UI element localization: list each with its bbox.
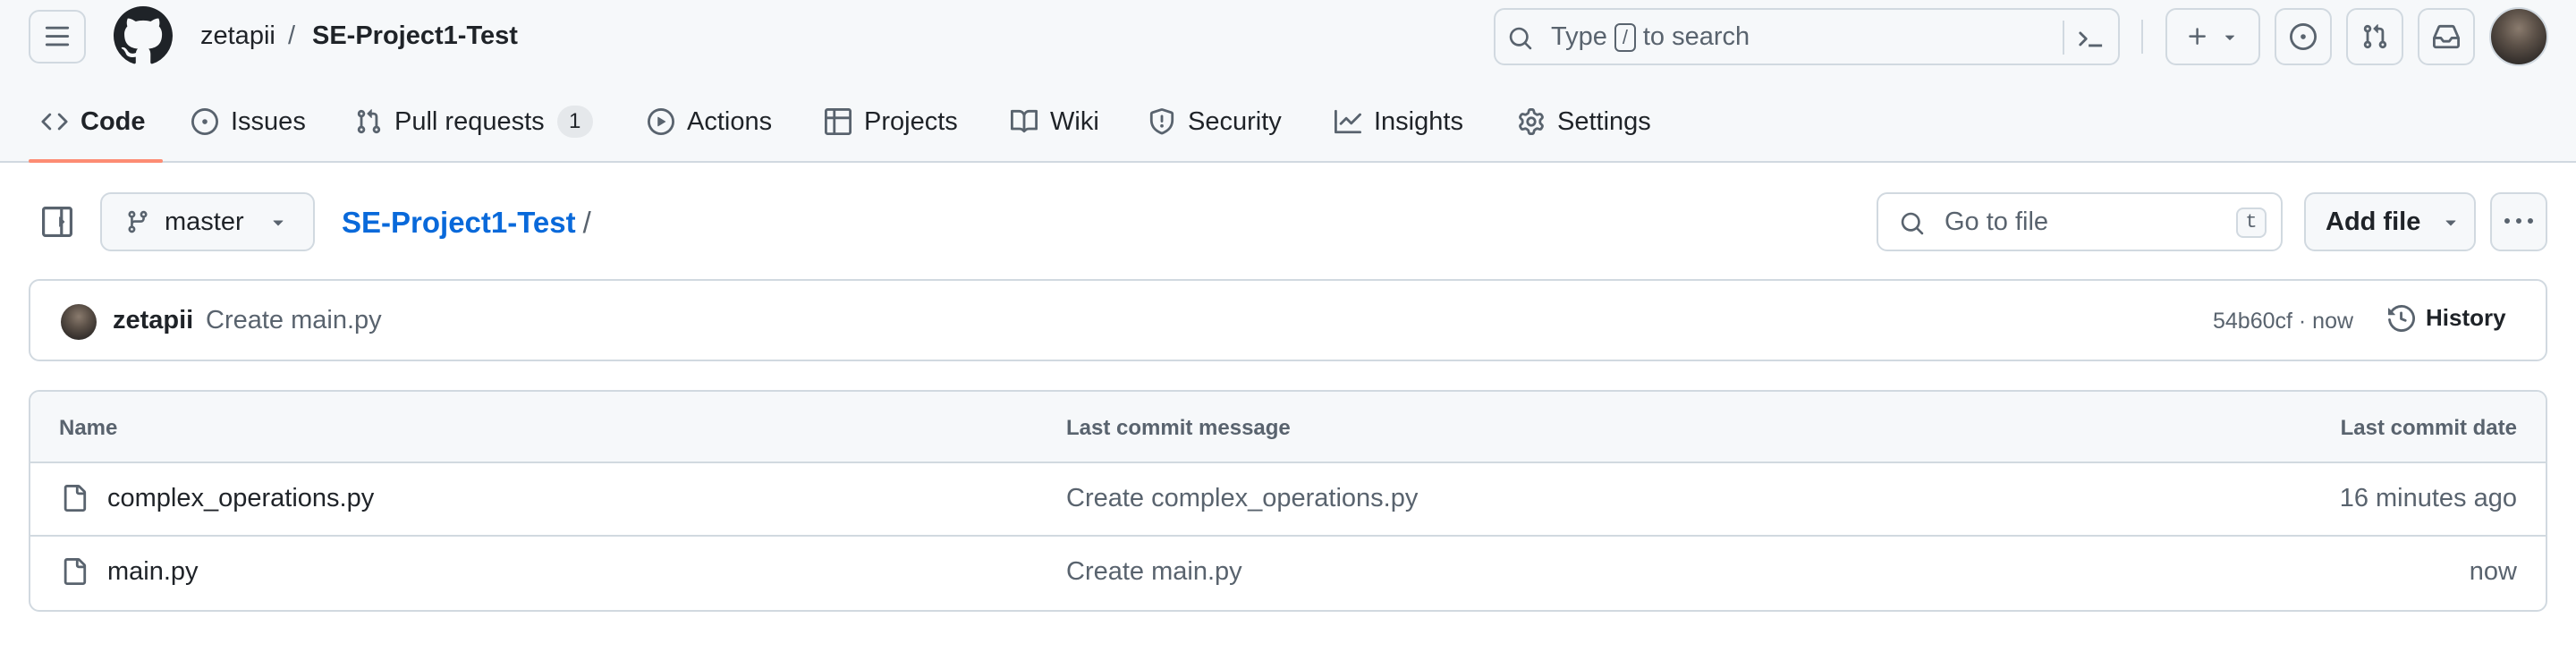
tab-code-label: Code bbox=[80, 106, 146, 136]
commit-message-link[interactable]: Create main.py bbox=[206, 306, 382, 335]
tab-code[interactable]: Code bbox=[41, 102, 146, 141]
command-palette-icon[interactable] bbox=[2077, 24, 2104, 51]
tab-wiki[interactable]: Wiki bbox=[1011, 102, 1099, 141]
git-pull-request-icon bbox=[2363, 24, 2387, 49]
search-placeholder-prefix: Type bbox=[1551, 22, 1607, 51]
search-shortcut-key: / bbox=[1614, 22, 1636, 52]
issue-opened-icon bbox=[2290, 23, 2317, 50]
column-header-date: Last commit date bbox=[2340, 416, 2517, 440]
inbox-icon bbox=[2433, 24, 2460, 49]
menu-button[interactable] bbox=[29, 10, 86, 64]
active-tab-indicator bbox=[29, 159, 163, 163]
github-logo-icon[interactable] bbox=[114, 6, 173, 65]
tab-security[interactable]: Security bbox=[1148, 102, 1282, 141]
more-options-button[interactable] bbox=[2490, 192, 2547, 251]
file-commit-message-link[interactable]: Create main.py bbox=[1066, 557, 1242, 587]
pull-requests-counter: 1 bbox=[556, 106, 593, 138]
triangle-down-icon bbox=[2445, 220, 2456, 226]
issue-opened-icon bbox=[191, 108, 218, 135]
create-new-button[interactable] bbox=[2165, 8, 2260, 65]
tab-wiki-label: Wiki bbox=[1050, 106, 1099, 136]
git-branch-icon bbox=[128, 210, 148, 233]
plus-icon bbox=[2189, 28, 2206, 45]
branch-name: master bbox=[165, 207, 244, 236]
table-row[interactable]: complex_operations.py Create complex_ope… bbox=[30, 463, 2546, 537]
code-icon bbox=[41, 113, 68, 131]
tab-insights-label: Insights bbox=[1374, 106, 1463, 136]
file-commit-date: 16 minutes ago bbox=[2339, 484, 2517, 512]
tab-settings[interactable]: Settings bbox=[1518, 102, 1651, 141]
tab-issues-label: Issues bbox=[231, 106, 306, 136]
search-divider bbox=[2063, 21, 2064, 55]
file-table: Name Last commit message Last commit dat… bbox=[29, 390, 2547, 612]
expand-file-tree-button[interactable] bbox=[30, 204, 84, 240]
tab-settings-label: Settings bbox=[1557, 106, 1651, 136]
tab-actions[interactable]: Actions bbox=[648, 102, 772, 141]
repo-name-link[interactable]: SE-Project1-Test bbox=[312, 20, 518, 52]
owner-link[interactable]: zetapii bbox=[200, 20, 275, 52]
table-row[interactable]: main.py Create main.py now bbox=[30, 537, 2546, 610]
tab-security-label: Security bbox=[1188, 106, 1282, 136]
go-to-file-placeholder: Go to file bbox=[1945, 207, 2049, 236]
tab-projects[interactable]: Projects bbox=[825, 102, 958, 141]
hamburger-icon bbox=[45, 26, 70, 47]
table-icon bbox=[825, 108, 852, 135]
file-name-link[interactable]: complex_operations.py bbox=[107, 484, 374, 513]
shield-icon bbox=[1149, 108, 1174, 135]
gear-icon bbox=[1519, 108, 1544, 135]
triangle-down-icon bbox=[273, 220, 284, 226]
history-icon bbox=[2388, 304, 2415, 332]
table-header: Name Last commit message Last commit dat… bbox=[30, 392, 2546, 463]
search-icon bbox=[1900, 211, 1925, 236]
file-icon bbox=[61, 558, 88, 585]
sidebar-expand-icon bbox=[42, 207, 72, 237]
book-icon bbox=[1011, 109, 1038, 133]
tab-pull-requests-label: Pull requests bbox=[394, 106, 545, 136]
search-placeholder-suffix: to search bbox=[1642, 22, 1750, 51]
app-header: zetapii / SE-Project1-Test Type / to sea… bbox=[0, 0, 2576, 163]
file-commit-message-link[interactable]: Create complex_operations.py bbox=[1066, 484, 1418, 513]
play-icon bbox=[648, 108, 674, 135]
search-placeholder: Type / to search bbox=[1551, 22, 1750, 52]
add-file-button[interactable]: Add file bbox=[2304, 192, 2476, 251]
history-label: History bbox=[2426, 304, 2506, 331]
commit-author-link[interactable]: zetapii bbox=[113, 306, 193, 335]
go-to-file-input[interactable]: Go to file t bbox=[1877, 192, 2283, 251]
file-commit-date: now bbox=[2469, 557, 2517, 586]
branch-selector-button[interactable]: master bbox=[100, 192, 315, 251]
git-pull-request-icon bbox=[357, 109, 381, 134]
add-file-label: Add file bbox=[2326, 207, 2421, 236]
tab-issues[interactable]: Issues bbox=[191, 102, 306, 141]
tab-actions-label: Actions bbox=[687, 106, 773, 136]
user-avatar[interactable] bbox=[2489, 7, 2548, 66]
search-icon bbox=[1508, 26, 1533, 51]
commit-author-avatar[interactable] bbox=[61, 304, 97, 340]
column-header-name: Name bbox=[59, 416, 118, 440]
file-icon bbox=[61, 485, 88, 512]
triangle-down-icon bbox=[2224, 35, 2235, 40]
tab-insights[interactable]: Insights bbox=[1335, 102, 1463, 141]
breadcrumb-separator: / bbox=[288, 21, 296, 50]
path-separator: / bbox=[582, 206, 591, 239]
go-to-file-shortcut: t bbox=[2236, 207, 2267, 238]
file-name-link[interactable]: main.py bbox=[107, 557, 199, 587]
repo-navigation: Code Issues Pull requests 1 Actions Proj… bbox=[0, 89, 2576, 163]
history-button[interactable]: History bbox=[2388, 304, 2506, 332]
your-pull-requests-button[interactable] bbox=[2346, 8, 2403, 65]
kebab-horizontal-icon bbox=[2504, 218, 2533, 224]
your-issues-button[interactable] bbox=[2275, 8, 2332, 65]
path-repo-link[interactable]: SE-Project1-Test bbox=[342, 206, 576, 239]
column-header-message: Last commit message bbox=[1066, 416, 1291, 440]
latest-commit-bar: zetapii Create main.py 54b60cf · now His… bbox=[29, 279, 2547, 361]
notifications-button[interactable] bbox=[2418, 8, 2475, 65]
tab-projects-label: Projects bbox=[864, 106, 958, 136]
global-search-input[interactable]: Type / to search bbox=[1494, 8, 2120, 65]
commit-hash-and-time[interactable]: 54b60cf · now bbox=[2213, 309, 2353, 334]
graph-icon bbox=[1335, 109, 1361, 134]
header-divider bbox=[2141, 20, 2143, 54]
tab-pull-requests[interactable]: Pull requests 1 bbox=[355, 102, 593, 141]
file-path-breadcrumb: SE-Project1-Test / bbox=[342, 205, 591, 241]
